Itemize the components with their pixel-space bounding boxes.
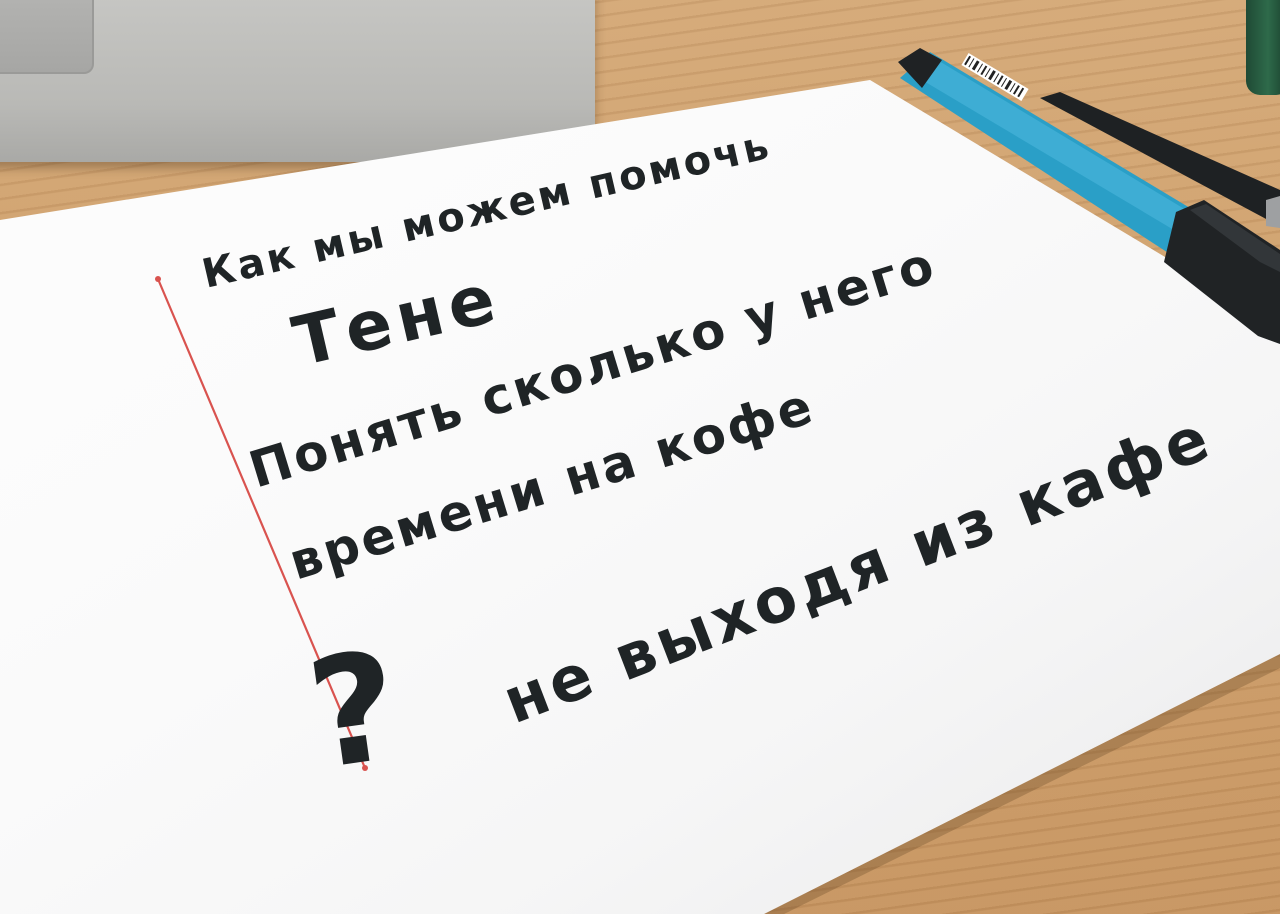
photo-scene: Как мы можем помочь Тене Понять сколько … bbox=[0, 0, 1280, 914]
paper-sheet: Как мы можем помочь Тене Понять сколько … bbox=[0, 48, 1280, 914]
